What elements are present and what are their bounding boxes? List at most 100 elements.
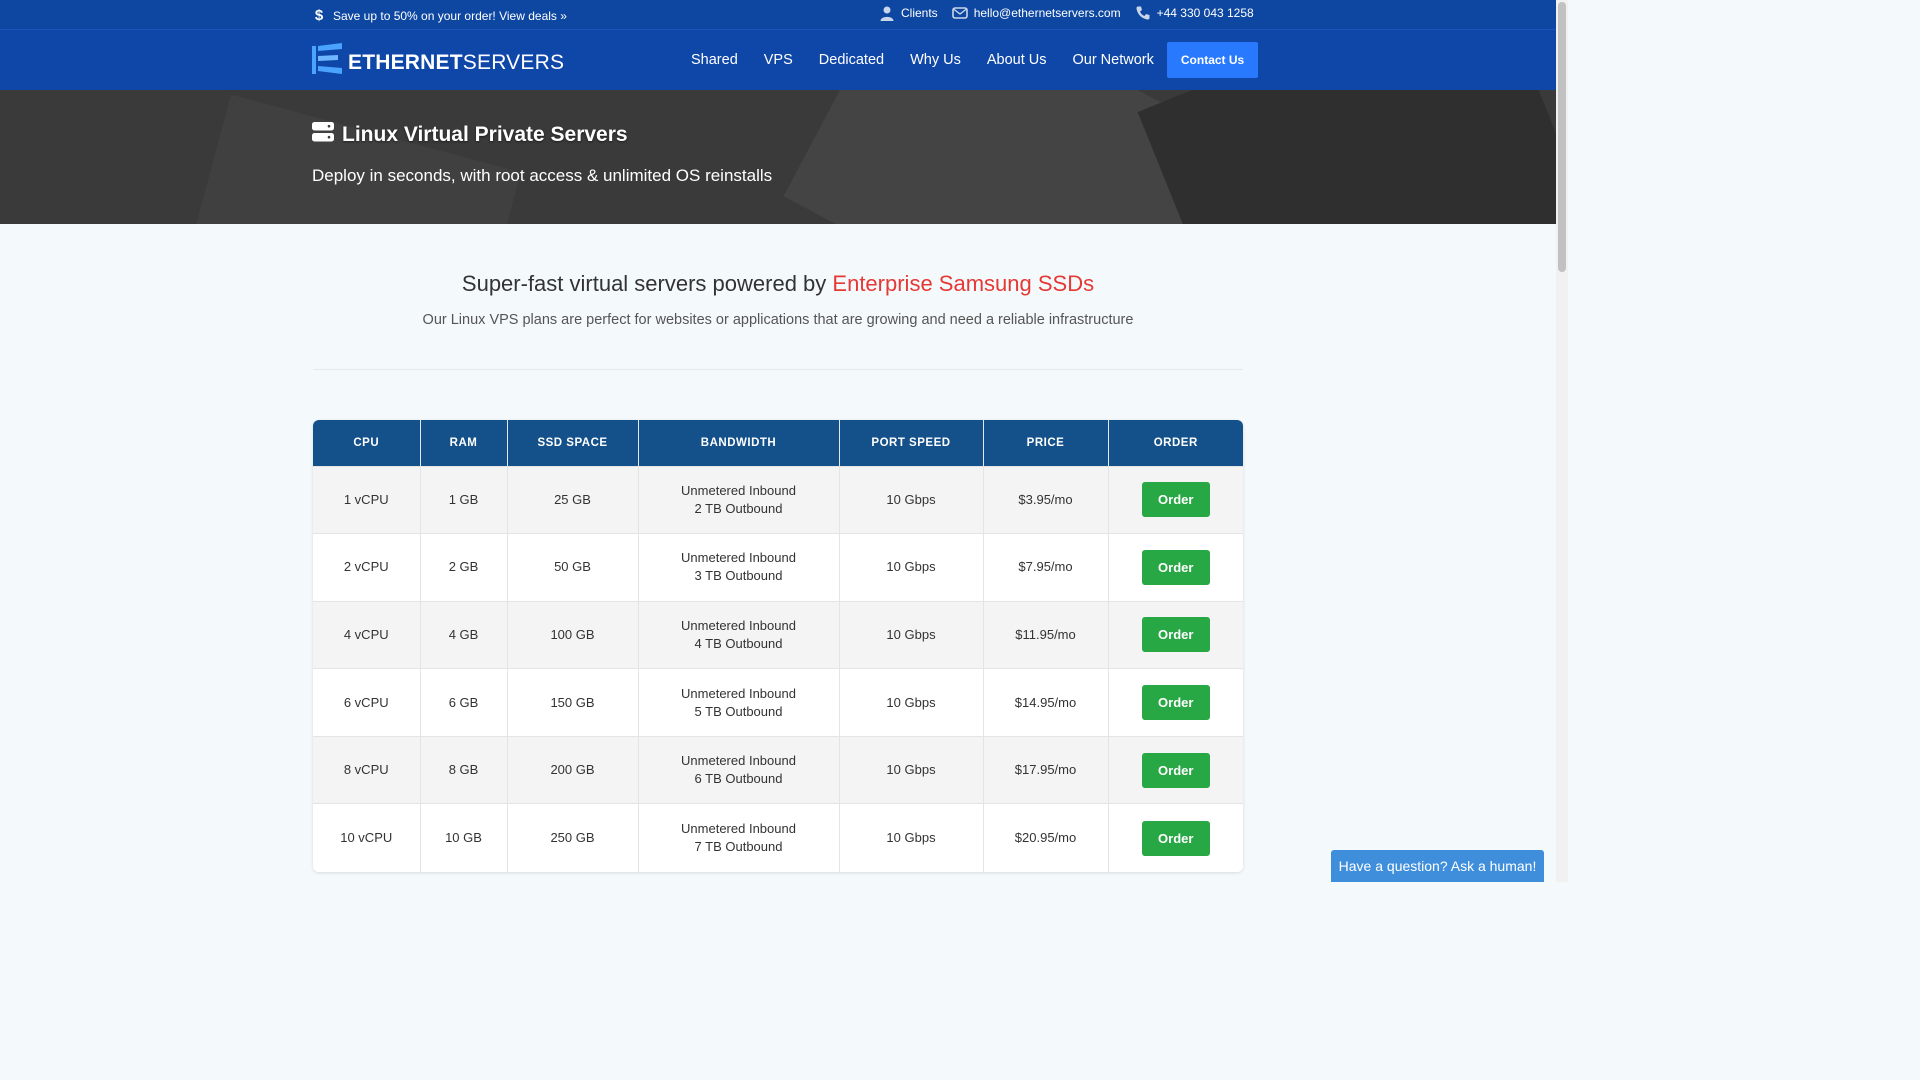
cell-order: Order <box>1108 668 1243 737</box>
cell-order: Order <box>1108 803 1243 872</box>
order-button[interactable]: Order <box>1141 752 1210 788</box>
cell-port-speed: 10 Gbps <box>839 668 984 737</box>
cell-bandwidth: Unmetered Inbound 7 TB Outbound <box>638 803 840 872</box>
page-title: Linux Virtual Private Servers <box>312 122 628 148</box>
column-header-port-speed: PORT SPEED <box>839 420 984 466</box>
clients-link[interactable]: Clients <box>879 5 938 21</box>
divider <box>313 369 1243 370</box>
nav-item-shared[interactable]: Shared <box>678 52 751 68</box>
cell-order: Order <box>1108 735 1243 804</box>
bandwidth-outbound: 6 TB Outbound <box>694 771 783 787</box>
hero-bg-shape <box>1137 90 1556 224</box>
logo[interactable]: ETHERNETSERVERS <box>312 43 564 82</box>
cell-ssd: 25 GB <box>507 465 639 534</box>
table-row: 4 vCPU 4 GB 100 GB Unmetered Inbound 4 TB… <box>313 600 1243 669</box>
envelope-icon <box>951 6 968 20</box>
cell-port-speed: 10 Gbps <box>839 735 984 804</box>
main-nav: ETHERNETSERVERS Shared VPS Dedicated Why… <box>0 29 1556 90</box>
cell-price: $17.95/mo <box>983 735 1109 804</box>
cell-order: Order <box>1108 465 1243 534</box>
cell-bandwidth: Unmetered Inbound 5 TB Outbound <box>638 668 840 737</box>
column-header-ssd: SSD SPACE <box>507 420 639 466</box>
email-link[interactable]: hello@ethernetservers.com <box>951 6 1121 20</box>
bandwidth-inbound: Unmetered Inbound <box>681 821 796 837</box>
cell-bandwidth: Unmetered Inbound 3 TB Outbound <box>638 533 840 602</box>
cell-price: $11.95/mo <box>983 600 1109 669</box>
scrollbar-thumb[interactable] <box>1558 2 1566 272</box>
cell-cpu: 2 vCPU <box>313 533 421 602</box>
nav-item-why-us[interactable]: Why Us <box>897 52 974 68</box>
table-header-row: CPU RAM SSD SPACE BANDWIDTH PORT SPEED P… <box>313 420 1243 466</box>
cell-ram: 2 GB <box>420 533 508 602</box>
phone-link[interactable]: +44 330 043 1258 <box>1135 5 1254 21</box>
cell-cpu: 10 vCPU <box>313 803 421 872</box>
logo-light-text: SERVERS <box>462 50 565 74</box>
cell-cpu: 8 vCPU <box>313 735 421 804</box>
column-header-cpu: CPU <box>313 420 421 466</box>
table-row: 8 vCPU 8 GB 200 GB Unmetered Inbound 6 TB… <box>313 735 1243 804</box>
email-label[interactable]: hello@ethernetservers.com <box>974 6 1121 20</box>
cell-port-speed: 10 Gbps <box>839 533 984 602</box>
section-heading-prefix: Super-fast virtual servers powered by <box>461 271 833 296</box>
cell-ssd: 50 GB <box>507 533 639 602</box>
cell-ssd: 250 GB <box>507 803 639 872</box>
order-button[interactable]: Order <box>1141 617 1210 653</box>
section-heading: Super-fast virtual servers powered by En… <box>0 271 1556 297</box>
bandwidth-inbound: Unmetered Inbound <box>681 482 796 498</box>
hero-bg-shape <box>179 94 521 224</box>
bandwidth-outbound: 2 TB Outbound <box>694 500 783 516</box>
page-scrollbar[interactable] <box>1556 0 1568 882</box>
order-button[interactable]: Order <box>1141 482 1210 518</box>
bandwidth-inbound: Unmetered Inbound <box>681 685 796 701</box>
dollar-icon: $ <box>314 7 324 24</box>
logo-icon <box>312 43 342 82</box>
cell-order: Order <box>1108 600 1243 669</box>
cell-bandwidth: Unmetered Inbound 2 TB Outbound <box>638 465 840 534</box>
pricing-table: CPU RAM SSD SPACE BANDWIDTH PORT SPEED P… <box>313 420 1243 872</box>
bandwidth-outbound: 4 TB Outbound <box>694 635 783 651</box>
cell-ram: 4 GB <box>420 600 508 669</box>
nav-item-vps[interactable]: VPS <box>751 52 806 68</box>
section-subheading: Our Linux VPS plans are perfect for webs… <box>422 312 1134 328</box>
cell-port-speed: 10 Gbps <box>839 465 984 534</box>
nav-item-dedicated[interactable]: Dedicated <box>806 52 897 68</box>
bandwidth-inbound: Unmetered Inbound <box>681 617 796 633</box>
cell-ram: 10 GB <box>420 803 508 872</box>
cell-port-speed: 10 Gbps <box>839 600 984 669</box>
cell-cpu: 1 vCPU <box>313 465 421 534</box>
chat-widget-button[interactable]: Have a question? Ask a human! <box>1331 850 1544 882</box>
clients-label[interactable]: Clients <box>901 6 938 20</box>
phone-label[interactable]: +44 330 043 1258 <box>1157 6 1254 20</box>
logo-wordmark: ETHERNETSERVERS <box>348 51 564 75</box>
table-row: 1 vCPU 1 GB 25 GB Unmetered Inbound 2 TB … <box>313 465 1243 534</box>
table-row: 6 vCPU 6 GB 150 GB Unmetered Inbound 5 TB… <box>313 668 1243 737</box>
column-header-bandwidth: BANDWIDTH <box>638 420 840 466</box>
contact-us-button[interactable]: Contact Us <box>1166 42 1259 78</box>
order-button[interactable]: Order <box>1141 685 1210 721</box>
cell-port-speed: 10 Gbps <box>839 803 984 872</box>
section-heading-highlight: Enterprise Samsung SSDs <box>832 271 1095 296</box>
nav-item-about-us[interactable]: About Us <box>974 52 1060 68</box>
promo-text[interactable]: Save up to 50% on your order! View deals… <box>333 9 567 23</box>
column-header-ram: RAM <box>420 420 508 466</box>
column-header-order: ORDER <box>1108 420 1243 466</box>
order-button[interactable]: Order <box>1141 549 1210 585</box>
cell-ram: 8 GB <box>420 735 508 804</box>
bandwidth-inbound: Unmetered Inbound <box>681 550 796 566</box>
cell-ram: 1 GB <box>420 465 508 534</box>
cell-ssd: 100 GB <box>507 600 639 669</box>
cell-bandwidth: Unmetered Inbound 4 TB Outbound <box>638 600 840 669</box>
top-bar: $ Save up to 50% on your order! View dea… <box>0 0 1556 29</box>
cell-price: $20.95/mo <box>983 803 1109 872</box>
hero-banner: Linux Virtual Private Servers Deploy in … <box>0 90 1556 224</box>
server-icon <box>312 122 334 148</box>
cell-price: $3.95/mo <box>983 465 1109 534</box>
nav-item-our-network[interactable]: Our Network <box>1059 52 1166 68</box>
bandwidth-outbound: 3 TB Outbound <box>694 568 783 584</box>
cell-ram: 6 GB <box>420 668 508 737</box>
bandwidth-inbound: Unmetered Inbound <box>681 753 796 769</box>
promo-link[interactable]: $ Save up to 50% on your order! View dea… <box>313 7 567 24</box>
cell-ssd: 150 GB <box>507 668 639 737</box>
order-button[interactable]: Order <box>1141 820 1210 856</box>
cell-cpu: 4 vCPU <box>313 600 421 669</box>
